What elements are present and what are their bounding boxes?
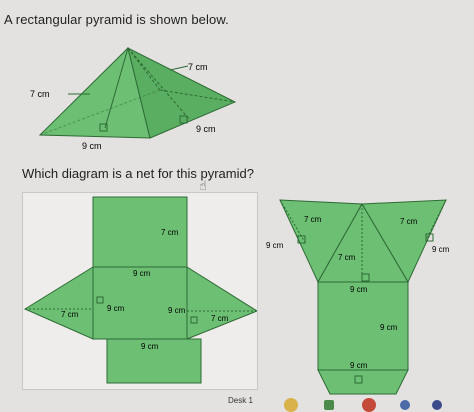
taskbar-desk-label[interactable]: Desk 1: [228, 396, 253, 405]
net-b-label-top-left: 7 cm: [304, 215, 322, 224]
prompt-text: Which diagram is a net for this pyramid?: [22, 166, 254, 181]
net-b-label-bottom: 9 cm: [350, 361, 368, 370]
question-text: A rectangular pyramid is shown below.: [4, 12, 229, 27]
net-b-label-top-right: 7 cm: [400, 217, 418, 226]
app-icon[interactable]: [324, 400, 334, 410]
files-icon[interactable]: [432, 400, 442, 410]
net-diagram-b: 7 cm 7 cm 9 cm 9 cm 7 cm 9 cm 9 cm 9 cm: [266, 199, 450, 395]
net-b-label-below-center: 9 cm: [350, 285, 368, 294]
net-b-label-rect-side: 9 cm: [380, 323, 398, 332]
net-a-label-center-top: 9 cm: [133, 269, 151, 278]
net-b-label-right: 9 cm: [432, 245, 450, 254]
pyramid-label-top: 7 cm: [188, 62, 208, 72]
net-b-label-left: 9 cm: [266, 241, 284, 250]
net-a-label-right-tri: 7 cm: [211, 314, 229, 323]
pyramid-label-left: 7 cm: [30, 89, 50, 99]
pyramid-label-slant: 9 cm: [196, 124, 216, 134]
net-diagram-a: 7 cm 9 cm 7 cm 9 cm 9 cm 7 cm 9 cm: [23, 196, 259, 384]
net-a-label-right-height: 9 cm: [168, 306, 186, 315]
answer-option-a[interactable]: 7 cm 9 cm 7 cm 9 cm 9 cm 7 cm 9 cm: [22, 192, 259, 390]
net-b-label-center: 7 cm: [338, 253, 356, 262]
net-a-label-left-height: 9 cm: [107, 304, 125, 313]
pyramid-label-base: 9 cm: [82, 141, 102, 151]
pyramid-figure: 7 cm 7 cm 9 cm 9 cm: [30, 47, 237, 151]
settings-icon[interactable]: [400, 400, 410, 410]
net-a-label-bottom: 9 cm: [141, 342, 159, 351]
net-a-label-left-tri: 7 cm: [61, 310, 79, 319]
answer-option-b[interactable]: 7 cm 7 cm 9 cm 9 cm 7 cm 9 cm 9 cm 9 cm: [266, 196, 468, 396]
net-a-label-rect-top: 7 cm: [161, 228, 179, 237]
